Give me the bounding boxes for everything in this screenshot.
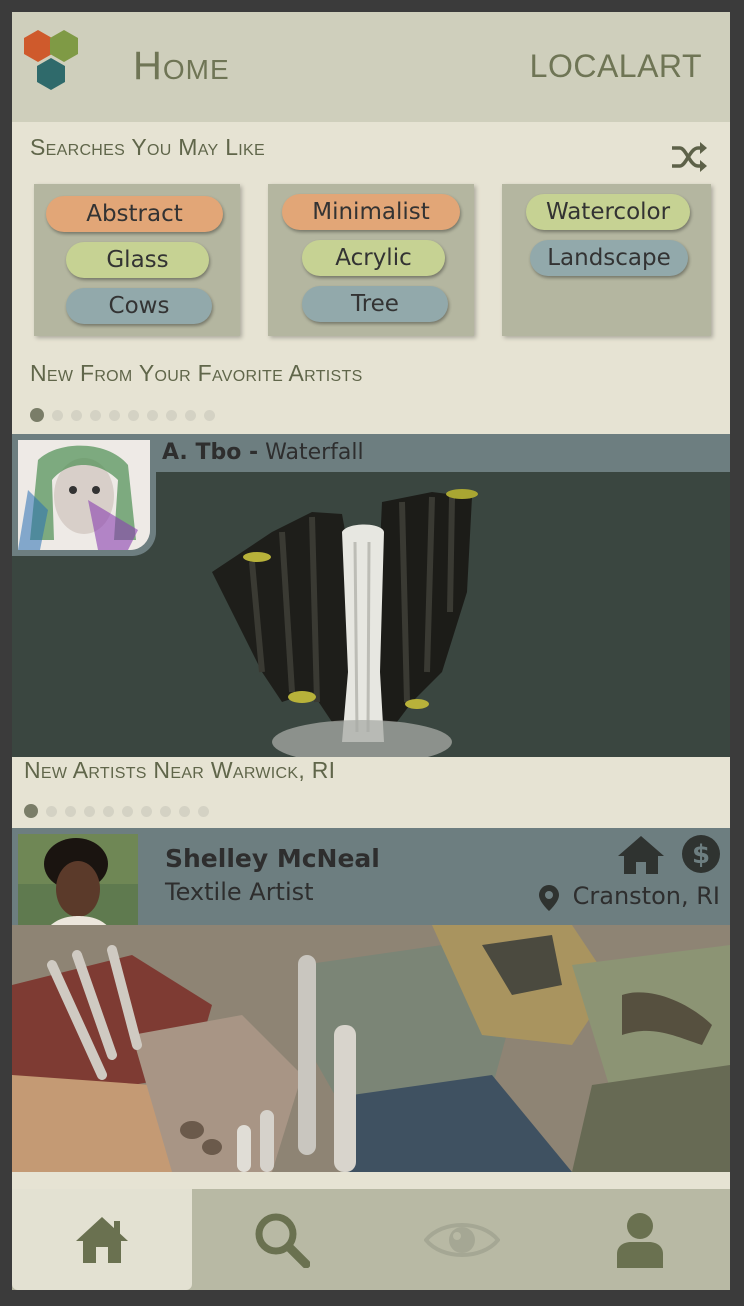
artwork-caption[interactable]: A. Tbo - Waterfall (162, 440, 364, 465)
carousel-dot[interactable] (128, 409, 139, 421)
carousel-dot[interactable] (185, 409, 196, 421)
artwork-title: Waterfall (265, 440, 364, 465)
textile-artwork[interactable] (12, 925, 730, 1172)
carousel-dot[interactable] (204, 409, 215, 421)
carousel-dot[interactable] (52, 409, 63, 421)
nav-profile[interactable] (550, 1189, 730, 1290)
tag-abstract[interactable]: Abstract (46, 196, 223, 232)
home-studio-icon[interactable] (616, 834, 666, 876)
tag-landscape[interactable]: Landscape (530, 240, 688, 276)
hexagon-logo[interactable] (18, 26, 98, 106)
carousel-dot[interactable] (122, 805, 133, 817)
eye-icon[interactable] (424, 1216, 500, 1264)
brand-name: LOCALART (529, 48, 702, 84)
searches-section-title: Searches You May Like (30, 134, 265, 160)
carousel-dot[interactable] (90, 409, 101, 421)
carousel-dot[interactable] (147, 409, 158, 421)
favorites-carousel-dots[interactable] (30, 408, 215, 422)
nearby-section-title: New Artists Near Warwick, RI (24, 757, 336, 783)
favorites-section-title: New From Your Favorite Artists (30, 360, 363, 386)
avatar[interactable] (18, 440, 150, 550)
carousel-dot[interactable] (103, 805, 114, 817)
nav-home[interactable] (12, 1189, 192, 1290)
artist-portrait (18, 440, 150, 550)
tag-watercolor[interactable]: Watercolor (526, 194, 690, 230)
carousel-dot[interactable] (46, 805, 57, 817)
nav-search[interactable] (192, 1189, 372, 1290)
app-screen: Home LOCALART Searches You May Like Abst… (12, 12, 730, 1290)
tag-glass[interactable]: Glass (66, 242, 209, 278)
nearby-carousel-dots[interactable] (24, 804, 209, 818)
carousel-dot[interactable] (166, 409, 177, 421)
dollar-icon[interactable]: $ (681, 834, 721, 874)
tag-tree[interactable]: Tree (302, 286, 448, 322)
carousel-dot[interactable] (198, 805, 209, 817)
shuffle-icon[interactable] (670, 140, 708, 174)
carousel-dot[interactable] (160, 805, 171, 817)
tag-acrylic[interactable]: Acrylic (302, 240, 445, 276)
search-icon[interactable] (254, 1212, 310, 1268)
carousel-dot[interactable] (179, 805, 190, 817)
search-group-1: Abstract Glass Cows (34, 184, 240, 336)
textile-artwork-image (12, 925, 730, 1172)
user-icon[interactable] (615, 1212, 665, 1268)
search-group-3: Watercolor Landscape (502, 184, 711, 336)
nav-watch[interactable] (372, 1189, 552, 1290)
artist-name: A. Tbo - (162, 440, 259, 465)
home-icon[interactable] (74, 1215, 130, 1265)
page-title: Home (133, 44, 230, 88)
carousel-dot[interactable] (109, 409, 120, 421)
app-header: Home LOCALART (12, 12, 730, 122)
carousel-dot[interactable] (30, 408, 44, 422)
tag-minimalist[interactable]: Minimalist (282, 194, 460, 230)
nearby-artist-role: Textile Artist (165, 878, 314, 906)
location-pin-icon (539, 885, 559, 911)
carousel-dot[interactable] (84, 805, 95, 817)
nearby-artist-location: Cranston, RI (572, 882, 720, 910)
search-group-2: Minimalist Acrylic Tree (268, 184, 474, 336)
svg-text:$: $ (692, 840, 710, 870)
carousel-dot[interactable] (65, 805, 76, 817)
carousel-dot[interactable] (71, 409, 82, 421)
tag-cows[interactable]: Cows (66, 288, 212, 324)
bottom-navigation (12, 1189, 730, 1290)
carousel-dot[interactable] (24, 804, 38, 818)
artist-avatar-frame (12, 434, 156, 556)
carousel-dot[interactable] (141, 805, 152, 817)
nearby-artist-name[interactable]: Shelley McNeal (165, 844, 380, 873)
